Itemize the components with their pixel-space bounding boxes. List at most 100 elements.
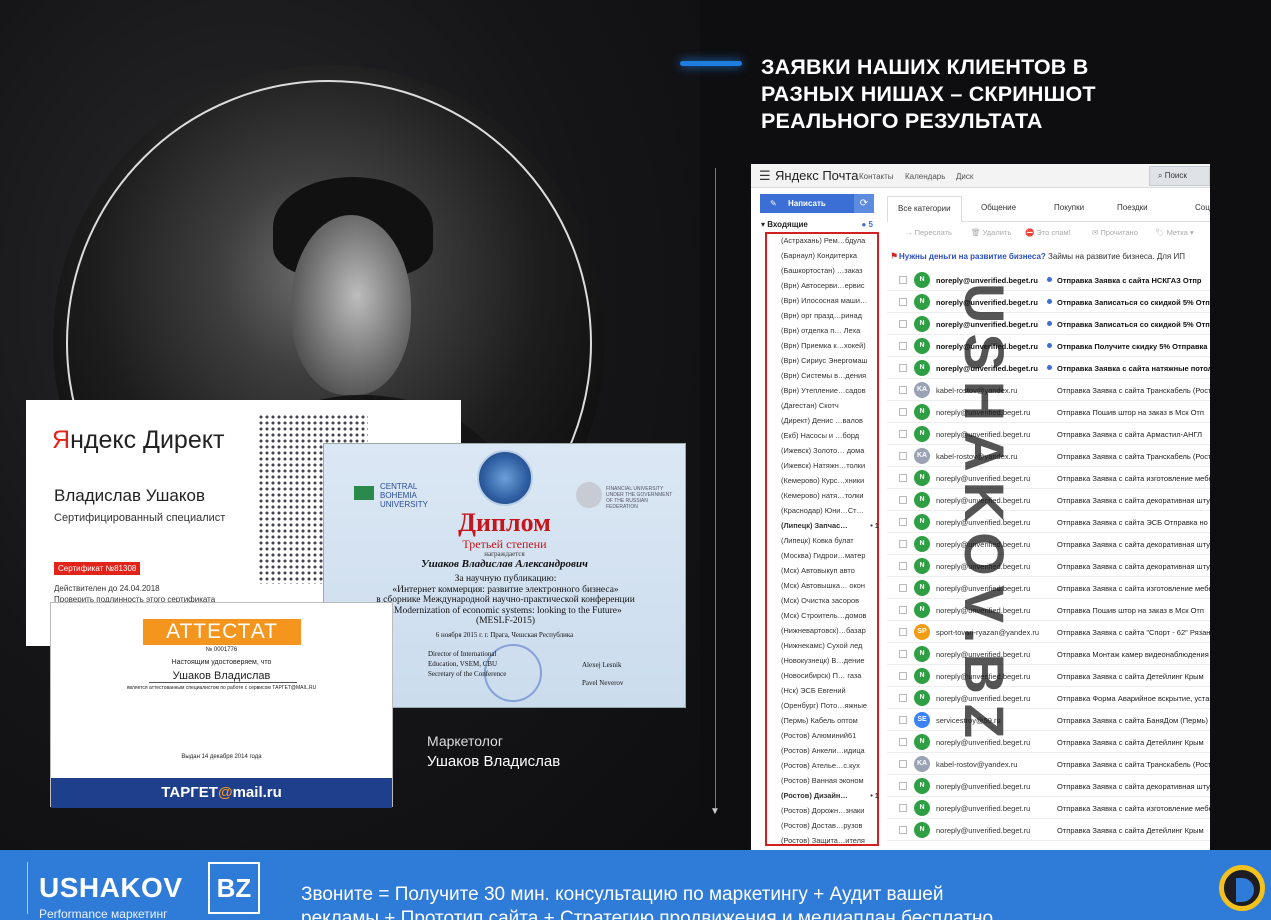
message-row[interactable]: Nnoreply@unverified.beget.ru Отправка Зая… (887, 819, 1210, 841)
message-checkbox[interactable] (899, 276, 907, 284)
message-checkbox[interactable] (899, 342, 907, 350)
message-row[interactable]: SP sport-tovari-ryazan@yandex.ru Отправка … (887, 621, 1210, 643)
folder-item[interactable]: (Ростов) Дизайн… • 1 (781, 791, 879, 800)
message-checkbox[interactable] (899, 716, 907, 724)
message-row[interactable]: Nnoreply@unverified.beget.ru Отправка Зая… (887, 489, 1210, 511)
message-row[interactable]: KA kabel-rostov@yandex.ru Отправка Заявка … (887, 445, 1210, 467)
folder-item[interactable]: (Врн) отделка п… Леха (781, 326, 879, 335)
folder-item[interactable]: (Кемерово) натя…толки (781, 491, 879, 500)
folder-item[interactable]: (Оренбург) Пото…яжные (781, 701, 879, 710)
menu-icon[interactable]: ☰ (759, 168, 771, 184)
compose-button[interactable]: ✎ Написать (760, 194, 854, 213)
message-checkbox[interactable] (899, 518, 907, 526)
folder-item[interactable]: (Астрахань) Рем…бдула (781, 236, 879, 245)
folder-item[interactable]: (Врн) Илососная маши… (781, 296, 879, 305)
message-checkbox[interactable] (899, 826, 907, 834)
message-row[interactable]: Nnoreply@unverified.beget.ru Отправка Зая… (887, 533, 1210, 555)
folder-item[interactable]: (Ростов) Ателье…с.кух (781, 761, 879, 770)
message-checkbox[interactable] (899, 386, 907, 394)
folder-item[interactable]: (Ростов) Защита…ителя (781, 836, 879, 845)
message-row[interactable]: Nnoreply@unverified.beget.ru Отправка Зая… (887, 665, 1210, 687)
message-checkbox[interactable] (899, 562, 907, 570)
message-checkbox[interactable] (899, 606, 907, 614)
folder-item[interactable]: (Мск) Очистка засоров (781, 596, 879, 605)
message-checkbox[interactable] (899, 804, 907, 812)
message-row[interactable]: Nnoreply@unverified.beget.ru Отправка Зая… (887, 775, 1210, 797)
spam-button[interactable]: ⛔ Это спам! (1025, 228, 1071, 237)
folder-item[interactable]: (Мск) Автовыкуп авто (781, 566, 879, 575)
folder-item[interactable]: (Кемерово) Курс…хники (781, 476, 879, 485)
folder-item[interactable]: (Екб) Насосы и …борд (781, 431, 879, 440)
folder-item[interactable]: (Нижнекамс) Сухой лед (781, 641, 879, 650)
tab-social[interactable]: Соц (1195, 203, 1210, 212)
folder-item[interactable]: (Ростов) Ванная эконом (781, 776, 879, 785)
message-checkbox[interactable] (899, 760, 907, 768)
message-row[interactable]: KA kabel-rostov@yandex.ru Отправка Заявка … (887, 379, 1210, 401)
folder-item[interactable]: (Дагестан) Скотч (781, 401, 879, 410)
folder-item[interactable]: (Врн) Утепление…садов (781, 386, 879, 395)
nav-calendar[interactable]: Календарь (905, 172, 945, 181)
folder-item[interactable]: (Липецк) Ковка булат (781, 536, 879, 545)
folder-item[interactable]: (Новосибирск) П… газа (781, 671, 879, 680)
folder-item[interactable]: (Ростов) Анкели…идица (781, 746, 879, 755)
folder-item[interactable]: (Новокузнецк) В…дение (781, 656, 879, 665)
folder-item[interactable]: (Врн) Приемка к…хокей) (781, 341, 879, 350)
yandex-mail-logo[interactable]: Яндекс Почта (775, 168, 858, 183)
message-row[interactable]: Nnoreply@unverified.beget.ru Отправка Зая… (887, 577, 1210, 599)
folder-item[interactable]: (Нск) ЭСБ Евгений (781, 686, 879, 695)
search-button[interactable]: ⌕ Поиск (1149, 166, 1210, 186)
folder-item[interactable]: (Краснодар) Юни…Ст… (781, 506, 879, 515)
message-row[interactable]: Nnoreply@unverified.beget.ru Отправка Зая… (887, 357, 1210, 379)
refresh-icon[interactable]: ⟳ (854, 194, 874, 213)
message-row[interactable]: Nnoreply@unverified.beget.ru Отправка Мон… (887, 643, 1210, 665)
message-checkbox[interactable] (899, 628, 907, 636)
brand-circle-logo-icon[interactable] (1219, 865, 1265, 911)
message-checkbox[interactable] (899, 364, 907, 372)
message-checkbox[interactable] (899, 408, 907, 416)
mark-read-button[interactable]: ✉ Прочитано (1092, 228, 1138, 237)
message-row[interactable]: Nnoreply@unverified.beget.ru Отправка Пол… (887, 335, 1210, 357)
message-row[interactable]: Nnoreply@unverified.beget.ru Отправка Зап… (887, 313, 1210, 335)
message-row[interactable]: Nnoreply@unverified.beget.ru Отправка Зая… (887, 467, 1210, 489)
folder-item[interactable]: (Врн) Системы в…дения (781, 371, 879, 380)
inbox-folder[interactable]: ▾ Входящие ● 5 (761, 220, 877, 229)
message-checkbox[interactable] (899, 540, 907, 548)
message-checkbox[interactable] (899, 298, 907, 306)
folder-item[interactable]: (Врн) Сириус Энергомаш (781, 356, 879, 365)
folder-item[interactable]: (Ростов) Достав…рузов (781, 821, 879, 830)
message-checkbox[interactable] (899, 320, 907, 328)
message-row[interactable]: KA kabel-rostov@yandex.ru Отправка Заявка … (887, 753, 1210, 775)
tab-purchases[interactable]: Покупки (1054, 203, 1084, 212)
message-row[interactable]: Nnoreply@unverified.beget.ru Отправка Зая… (887, 731, 1210, 753)
tab-communication[interactable]: Общение (981, 203, 1016, 212)
folder-item[interactable]: (Москва) Гидрои…матер (781, 551, 879, 560)
folder-item[interactable]: (Нижневартовск)…базар (781, 626, 879, 635)
folder-item[interactable]: (Ижевск) Натяжн…толки (781, 461, 879, 470)
message-checkbox[interactable] (899, 452, 907, 460)
tab-trips[interactable]: Поездки (1117, 203, 1148, 212)
folder-item[interactable]: (Врн) Автосерви…ервис (781, 281, 879, 290)
message-checkbox[interactable] (899, 672, 907, 680)
message-checkbox[interactable] (899, 584, 907, 592)
brand-logo[interactable]: USHAKOV BZ Performance маркетинг (27, 862, 260, 920)
message-checkbox[interactable] (899, 782, 907, 790)
label-button[interactable]: 🏷 Метка ▾ (1155, 228, 1194, 237)
message-row[interactable]: Nnoreply@unverified.beget.ru Отправка Зая… (887, 797, 1210, 819)
message-row[interactable]: Nnoreply@unverified.beget.ru Отправка Зая… (887, 423, 1210, 445)
folder-item[interactable]: (Ижевск) Золото… дома (781, 446, 879, 455)
message-row[interactable]: Nnoreply@unverified.beget.ru Отправка Зап… (887, 291, 1210, 313)
folder-item[interactable]: (Директ) Денис …валов (781, 416, 879, 425)
message-checkbox[interactable] (899, 430, 907, 438)
message-row[interactable]: Nnoreply@unverified.beget.ru Отправка Пош… (887, 599, 1210, 621)
message-checkbox[interactable] (899, 694, 907, 702)
message-row[interactable]: SE servicestroy@59.ru Отправка Заявка с са… (887, 709, 1210, 731)
message-checkbox[interactable] (899, 496, 907, 504)
folder-item[interactable]: (Врн) орг празд…ринад (781, 311, 879, 320)
folder-item[interactable]: (Башкортостан) …заказ (781, 266, 879, 275)
tab-all-categories[interactable]: Все категории (887, 196, 962, 222)
message-checkbox[interactable] (899, 474, 907, 482)
message-row[interactable]: Nnoreply@unverified.beget.ru Отправка Пош… (887, 401, 1210, 423)
folder-item[interactable]: (Липецк) Запчас… • 1 (781, 521, 879, 530)
message-row[interactable]: Nnoreply@unverified.beget.ru Отправка Зая… (887, 269, 1210, 291)
folder-item[interactable]: (Ростов) Алюминий61 (781, 731, 879, 740)
